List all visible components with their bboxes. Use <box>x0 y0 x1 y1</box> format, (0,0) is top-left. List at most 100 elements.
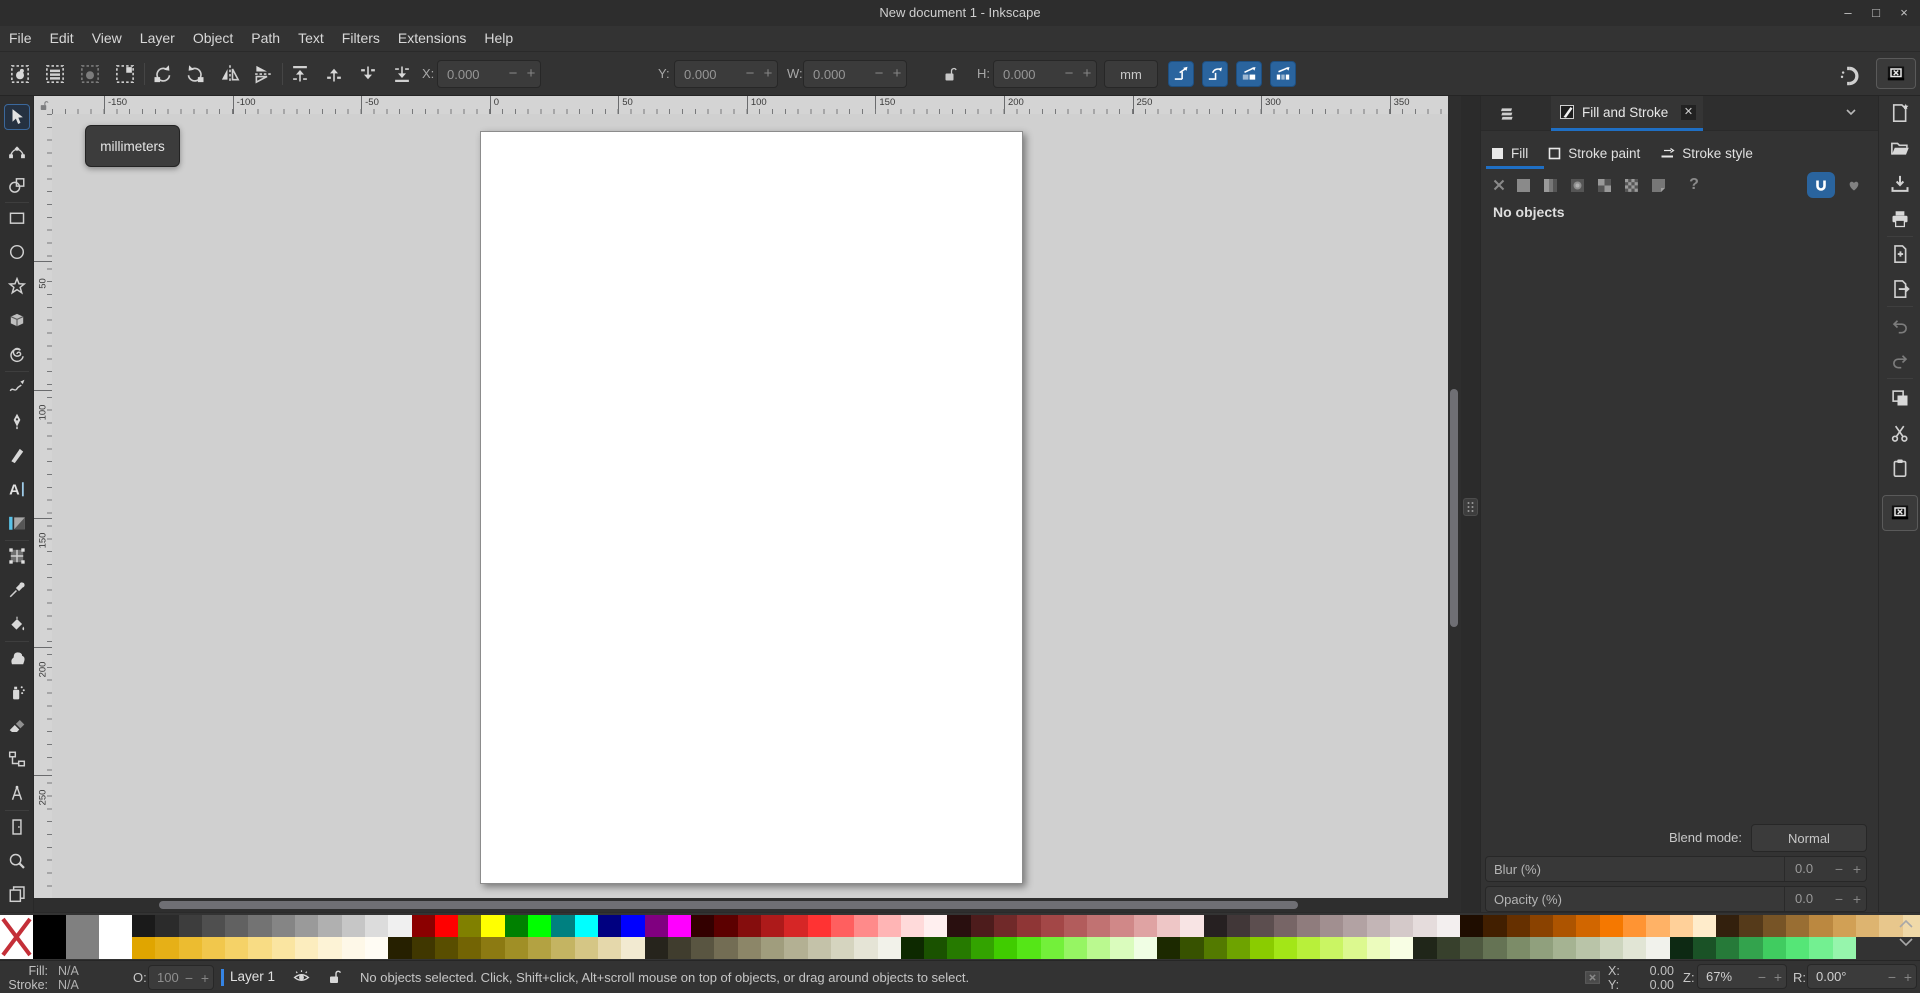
palette-swatch[interactable] <box>435 937 458 959</box>
palette-swatch[interactable] <box>1530 915 1553 937</box>
palette-swatch[interactable] <box>272 915 295 937</box>
scale-corners-toggle[interactable] <box>1202 61 1228 87</box>
ruler-corner[interactable] <box>34 96 52 114</box>
menu-item[interactable]: File <box>0 26 41 51</box>
palette-swatch[interactable] <box>318 937 341 959</box>
rotation-entry[interactable]: 0.00° − + <box>1807 964 1917 989</box>
palette-swatch[interactable] <box>155 915 178 937</box>
palette-swatch[interactable] <box>808 937 831 959</box>
palette-swatch[interactable] <box>1227 915 1250 937</box>
zoom-minus-button[interactable]: − <box>1754 969 1770 985</box>
palette-swatch[interactable] <box>179 915 202 937</box>
unknown-paint-icon[interactable]: ? <box>1685 176 1703 194</box>
palette-swatch[interactable] <box>1250 915 1273 937</box>
palette-swatch[interactable] <box>1157 915 1180 937</box>
palette-swatch[interactable] <box>1297 915 1320 937</box>
horizontal-scrollbar-thumb[interactable] <box>159 901 1298 909</box>
h-entry[interactable]: 0.000−+ <box>993 60 1097 88</box>
palette-swatch[interactable] <box>901 915 924 937</box>
palette-swatch[interactable] <box>295 937 318 959</box>
palette-swatch[interactable] <box>1437 937 1460 959</box>
palette-swatch[interactable] <box>575 937 598 959</box>
palette-swatch[interactable] <box>1763 937 1786 959</box>
dialog-toggle-button[interactable] <box>1882 495 1918 531</box>
palette-swatch[interactable] <box>1320 915 1343 937</box>
shape-builder-tool[interactable] <box>4 172 30 198</box>
palette-swatch[interactable] <box>99 915 132 959</box>
paste-icon[interactable] <box>1889 457 1911 479</box>
fill-rule-nonzero-button[interactable] <box>1807 172 1835 198</box>
rotate-cw-icon[interactable] <box>184 62 208 86</box>
palette-swatch[interactable] <box>714 937 737 959</box>
fill-value[interactable]: N/A <box>58 965 79 978</box>
palette-swatch[interactable] <box>668 915 691 937</box>
select-all-icon[interactable] <box>8 62 32 86</box>
move-gradients-toggle[interactable] <box>1236 61 1262 87</box>
rotation-minus-button[interactable]: − <box>1884 969 1900 985</box>
rectangle-tool[interactable] <box>4 205 30 231</box>
palette-swatch[interactable] <box>598 937 621 959</box>
undo-icon[interactable] <box>1889 315 1911 337</box>
palette-swatch[interactable] <box>1110 937 1133 959</box>
zoom-tool[interactable] <box>4 848 30 874</box>
tab-stroke-style[interactable]: Stroke style <box>1650 138 1763 168</box>
palette-swatch[interactable] <box>1763 915 1786 937</box>
palette-swatch[interactable] <box>1809 915 1832 937</box>
copy-icon[interactable] <box>1889 387 1911 409</box>
palette-scroll-down-icon[interactable] <box>1898 937 1914 947</box>
redo-icon[interactable] <box>1889 350 1911 372</box>
palette-swatch[interactable] <box>831 937 854 959</box>
close-button[interactable]: × <box>1890 0 1918 26</box>
palette-swatch[interactable] <box>761 937 784 959</box>
palette-swatch[interactable] <box>1204 937 1227 959</box>
pen-tool[interactable] <box>4 408 30 434</box>
mesh-gradient-icon[interactable] <box>1649 176 1667 194</box>
palette-swatch[interactable] <box>225 937 248 959</box>
h-plus-button[interactable]: + <box>1078 61 1096 87</box>
palette-swatch[interactable] <box>784 915 807 937</box>
y-minus-button[interactable]: − <box>741 61 759 87</box>
palette-swatch[interactable] <box>1087 937 1110 959</box>
palette-swatch[interactable] <box>458 915 481 937</box>
palette-swatch[interactable] <box>947 937 970 959</box>
selection-cue-icon[interactable] <box>1584 969 1601 986</box>
palette-swatch[interactable] <box>691 937 714 959</box>
palette-swatch[interactable] <box>1343 915 1366 937</box>
palette-swatch[interactable] <box>365 937 388 959</box>
palette-swatch[interactable] <box>481 937 504 959</box>
tab-stroke-paint[interactable]: Stroke paint <box>1538 138 1650 168</box>
unit-select[interactable]: mm <box>1104 60 1158 88</box>
palette-swatch[interactable] <box>621 915 644 937</box>
x-minus-button[interactable]: − <box>504 61 522 87</box>
mesh-tool[interactable] <box>4 543 30 569</box>
lock-ratio-icon[interactable] <box>938 62 962 86</box>
palette-swatch[interactable] <box>551 937 574 959</box>
palette-swatch[interactable] <box>1786 937 1809 959</box>
dock-resize-grip[interactable] <box>1463 498 1478 516</box>
palette-swatch[interactable] <box>1507 915 1530 937</box>
selection-box-icon[interactable] <box>113 62 137 86</box>
panel-menu-icon[interactable] <box>1493 102 1519 126</box>
import-icon[interactable] <box>1889 243 1911 265</box>
opacity-minus-button[interactable]: − <box>181 970 197 986</box>
palette-swatch[interactable] <box>365 915 388 937</box>
snap-magnet-icon[interactable] <box>1838 64 1862 88</box>
palette-swatch[interactable] <box>1576 915 1599 937</box>
palette-swatch[interactable] <box>435 915 458 937</box>
palette-swatch[interactable] <box>458 937 481 959</box>
palette-swatch[interactable] <box>994 915 1017 937</box>
no-color-swatch[interactable] <box>0 915 33 959</box>
radial-gradient-icon[interactable] <box>1568 176 1586 194</box>
palette-swatch[interactable] <box>132 937 155 959</box>
select-all-layers-icon[interactable] <box>43 62 67 86</box>
palette-swatch[interactable] <box>1134 915 1157 937</box>
palette-swatch[interactable] <box>1553 915 1576 937</box>
palette-swatch[interactable] <box>1180 937 1203 959</box>
blur-minus-button[interactable]: − <box>1830 861 1848 877</box>
canvas-viewport[interactable] <box>52 114 1448 898</box>
palette-swatch[interactable] <box>808 915 831 937</box>
selector-tool[interactable] <box>4 104 30 130</box>
palette-swatch[interactable] <box>1180 915 1203 937</box>
linear-gradient-icon[interactable] <box>1541 176 1559 194</box>
palette-swatch[interactable] <box>1623 937 1646 959</box>
